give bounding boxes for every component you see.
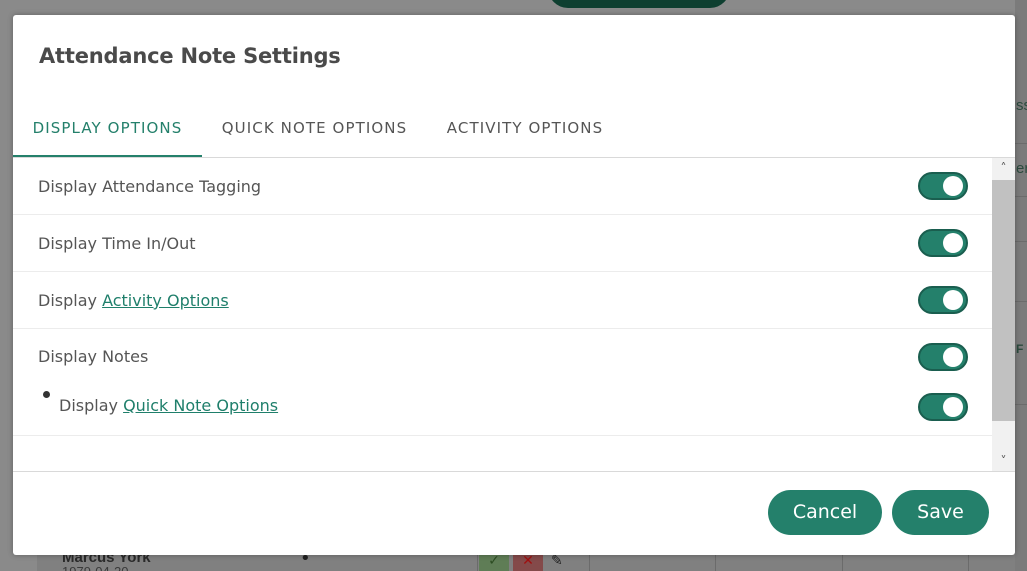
sub-setting-label: Display Quick Note Options: [59, 396, 279, 415]
tab-bar: DISPLAY OPTIONS QUICK NOTE OPTIONS ACTIV…: [13, 104, 1015, 158]
setting-row-time-in-out: Display Time In/Out: [13, 215, 992, 272]
scrollbar-thumb[interactable]: [992, 180, 1015, 421]
setting-row-attendance-tagging: Display Attendance Tagging: [13, 158, 992, 215]
background-table-row: Marcus York 1979-04-20 • ✓ ✕ ✎: [37, 555, 1015, 571]
toggle-quick-note-options[interactable]: [918, 393, 968, 421]
save-button[interactable]: Save: [892, 490, 989, 535]
footer-divider: [13, 471, 1015, 472]
background-text-fragment: F: [1016, 342, 1024, 356]
chevron-down-icon[interactable]: ˅: [992, 451, 1015, 471]
check-icon: ✓: [479, 555, 509, 571]
background-text-fragment: ss: [1016, 97, 1027, 114]
setting-label: Display Time In/Out: [38, 234, 196, 253]
tab-quick-note-options[interactable]: QUICK NOTE OPTIONS: [202, 104, 427, 157]
setting-row-notes: Display Notes Display Quick Note Options: [13, 329, 992, 436]
edit-icon: ✎: [551, 555, 563, 569]
setting-row-activity-options: Display Activity Options: [13, 272, 992, 329]
tab-activity-options[interactable]: ACTIVITY OPTIONS: [427, 104, 623, 157]
settings-list: Display Attendance Tagging Display Time …: [13, 158, 992, 471]
background-text-fragment: er: [1016, 160, 1027, 177]
toggle-notes[interactable]: [918, 343, 968, 371]
setting-label: Display Activity Options: [38, 291, 229, 310]
toggle-attendance-tagging[interactable]: [918, 172, 968, 200]
settings-scrollbar[interactable]: ˄ ˅: [992, 158, 1015, 471]
background-right-edge: ss er F: [1015, 0, 1027, 571]
activity-options-link[interactable]: Activity Options: [102, 291, 229, 310]
cancel-button[interactable]: Cancel: [768, 490, 882, 535]
toggle-time-in-out[interactable]: [918, 229, 968, 257]
background-button: [548, 0, 730, 8]
kebab-menu-icon: •: [300, 555, 311, 569]
toggle-activity-options[interactable]: [918, 286, 968, 314]
background-row-date: 1979-04-20: [62, 564, 129, 571]
quick-note-options-link[interactable]: Quick Note Options: [123, 396, 278, 415]
setting-label: Display Notes: [38, 347, 149, 366]
dialog-title: Attendance Note Settings: [39, 44, 341, 68]
chevron-up-icon[interactable]: ˄: [992, 158, 1015, 178]
close-icon: ✕: [513, 555, 543, 571]
setting-label: Display Attendance Tagging: [38, 177, 262, 196]
tab-display-options[interactable]: DISPLAY OPTIONS: [13, 104, 202, 158]
settings-dialog: Attendance Note Settings DISPLAY OPTIONS…: [13, 15, 1015, 555]
bullet-icon: [43, 391, 50, 398]
